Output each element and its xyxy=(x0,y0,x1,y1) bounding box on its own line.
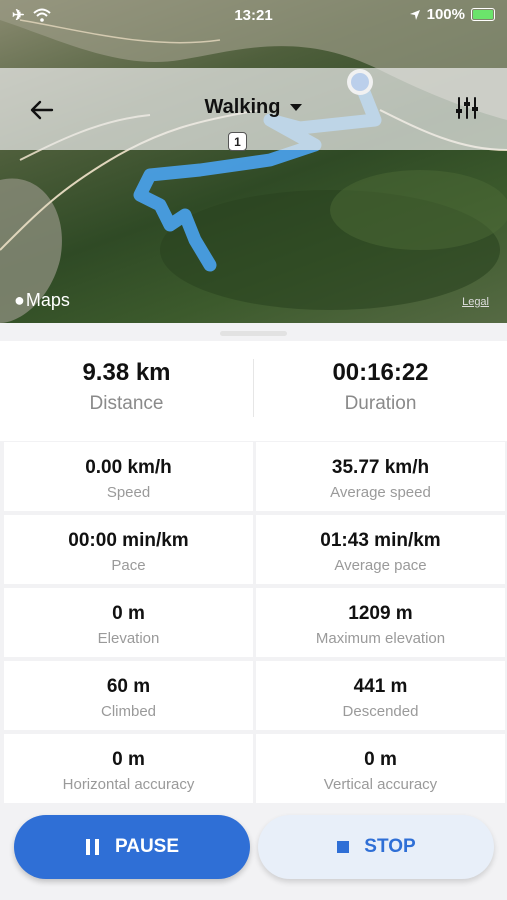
location-arrow-icon xyxy=(409,9,420,20)
distance-label: Distance xyxy=(89,393,164,414)
drag-handle[interactable] xyxy=(220,331,287,336)
activity-label: Walking xyxy=(204,96,281,118)
pause-label: PAUSE xyxy=(114,836,180,857)
stat-value: 60 m xyxy=(106,676,151,697)
legal-link[interactable]: Legal xyxy=(462,296,489,308)
stat-value: 35.77 km/h xyxy=(331,457,430,478)
stat-label: Vertical accuracy xyxy=(323,776,438,793)
stat-value: 0 m xyxy=(364,749,397,770)
duration-summary: 00:16:22 Duration xyxy=(254,341,507,441)
stat-pace: 00:00 min/km Pace xyxy=(4,515,253,584)
stat-value: 1209 m xyxy=(348,603,413,624)
status-bar: ✈ 13:21 100% xyxy=(0,0,507,32)
stop-button[interactable]: STOP xyxy=(258,815,494,879)
battery-icon xyxy=(471,8,495,21)
stat-label: Maximum elevation xyxy=(315,630,446,647)
pause-button[interactable]: PAUSE xyxy=(14,815,250,879)
sliders-icon xyxy=(456,97,478,119)
stat-elevation: 0 m Elevation xyxy=(4,588,253,657)
stat-value: 0 m xyxy=(112,603,145,624)
stat-value: 0.00 km/h xyxy=(85,457,172,478)
stat-label: Average pace xyxy=(334,557,427,574)
summary-card: 9.38 km Distance 00:16:22 Duration xyxy=(0,341,507,441)
stat-label: Descended xyxy=(342,703,419,720)
stat-average-pace: 01:43 min/km Average pace xyxy=(256,515,505,584)
stat-value: 00:00 min/km xyxy=(68,530,189,551)
stat-label: Speed xyxy=(106,484,151,501)
duration-value: 00:16:22 xyxy=(332,359,429,386)
apple-logo-icon: ● xyxy=(14,290,25,310)
distance-summary: 9.38 km Distance xyxy=(0,341,253,441)
pause-icon xyxy=(85,839,99,855)
stop-icon xyxy=(337,841,350,853)
duration-label: Duration xyxy=(344,393,417,414)
stat-value: 441 m xyxy=(353,676,408,697)
stop-label: STOP xyxy=(364,836,416,857)
stat-average-speed: 35.77 km/h Average speed xyxy=(256,442,505,511)
settings-button[interactable] xyxy=(449,90,485,126)
stat-label: Horizontal accuracy xyxy=(62,776,195,793)
battery-percent: 100% xyxy=(426,6,465,23)
stat-label: Elevation xyxy=(97,630,160,647)
activity-selector[interactable]: Walking xyxy=(0,96,507,119)
map-header: 1 Walking xyxy=(0,68,507,151)
map-view[interactable]: ✈ 13:21 100% 1 Walking ● Maps Legal xyxy=(0,0,507,323)
stat-value: 01:43 min/km xyxy=(320,530,441,551)
stat-speed: 0.00 km/h Speed xyxy=(4,442,253,511)
stat-maximum-elevation: 1209 m Maximum elevation xyxy=(256,588,505,657)
stat-value: 0 m xyxy=(112,749,145,770)
stat-descended: 441 m Descended xyxy=(256,661,505,730)
stat-label: Pace xyxy=(111,557,146,574)
stat-climbed: 60 m Climbed xyxy=(4,661,253,730)
stat-label: Climbed xyxy=(100,703,157,720)
stat-label: Average speed xyxy=(330,484,431,501)
stat-vertical-accuracy: 0 m Vertical accuracy xyxy=(256,734,505,803)
chevron-down-icon xyxy=(290,104,303,112)
maps-attribution: ● Maps xyxy=(14,290,70,310)
distance-value: 9.38 km xyxy=(82,359,171,386)
lane-badge: 1 xyxy=(228,132,247,151)
map-terrain xyxy=(0,0,507,323)
stat-horizontal-accuracy: 0 m Horizontal accuracy xyxy=(4,734,253,803)
